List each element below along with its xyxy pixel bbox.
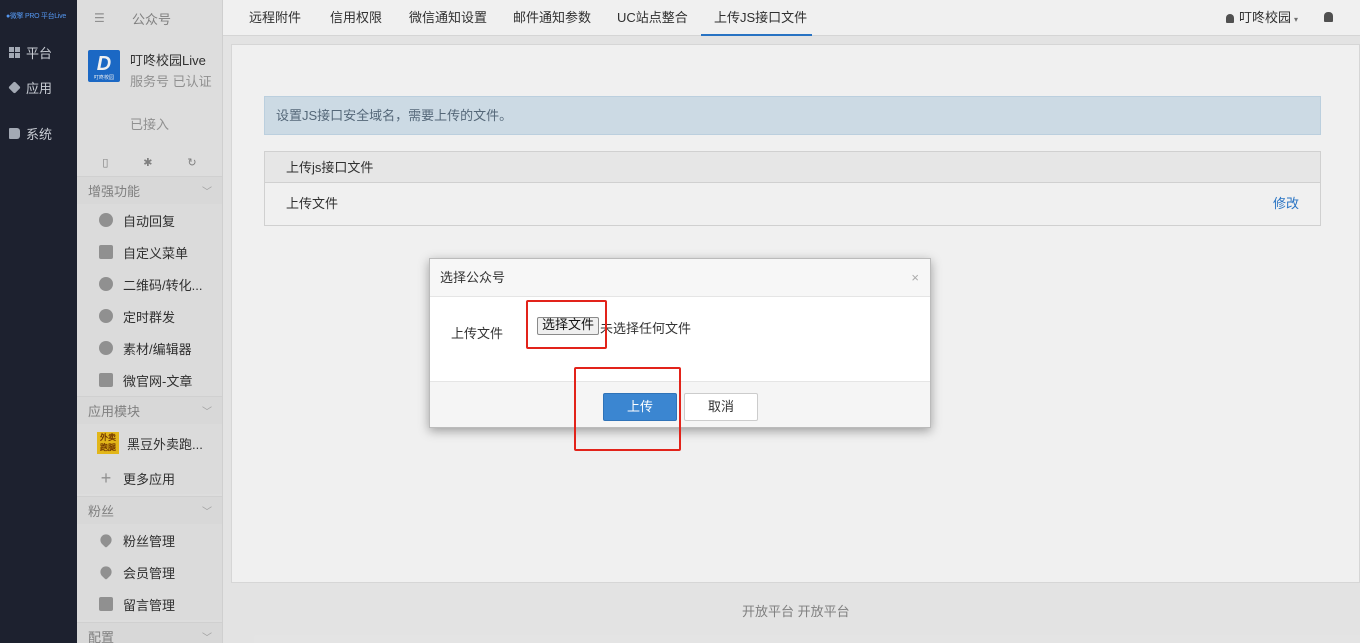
upload-file-label: 上传文件 bbox=[451, 326, 504, 341]
modal-header: 选择公众号 × bbox=[430, 259, 930, 297]
cancel-button[interactable]: 取消 bbox=[684, 393, 758, 421]
file-status-text: 未选择任何文件 bbox=[600, 321, 692, 336]
close-icon[interactable]: × bbox=[911, 259, 919, 296]
modal-title: 选择公众号 bbox=[440, 270, 506, 285]
highlight-box-file-button bbox=[526, 300, 607, 349]
highlight-box-upload-button bbox=[574, 367, 681, 451]
